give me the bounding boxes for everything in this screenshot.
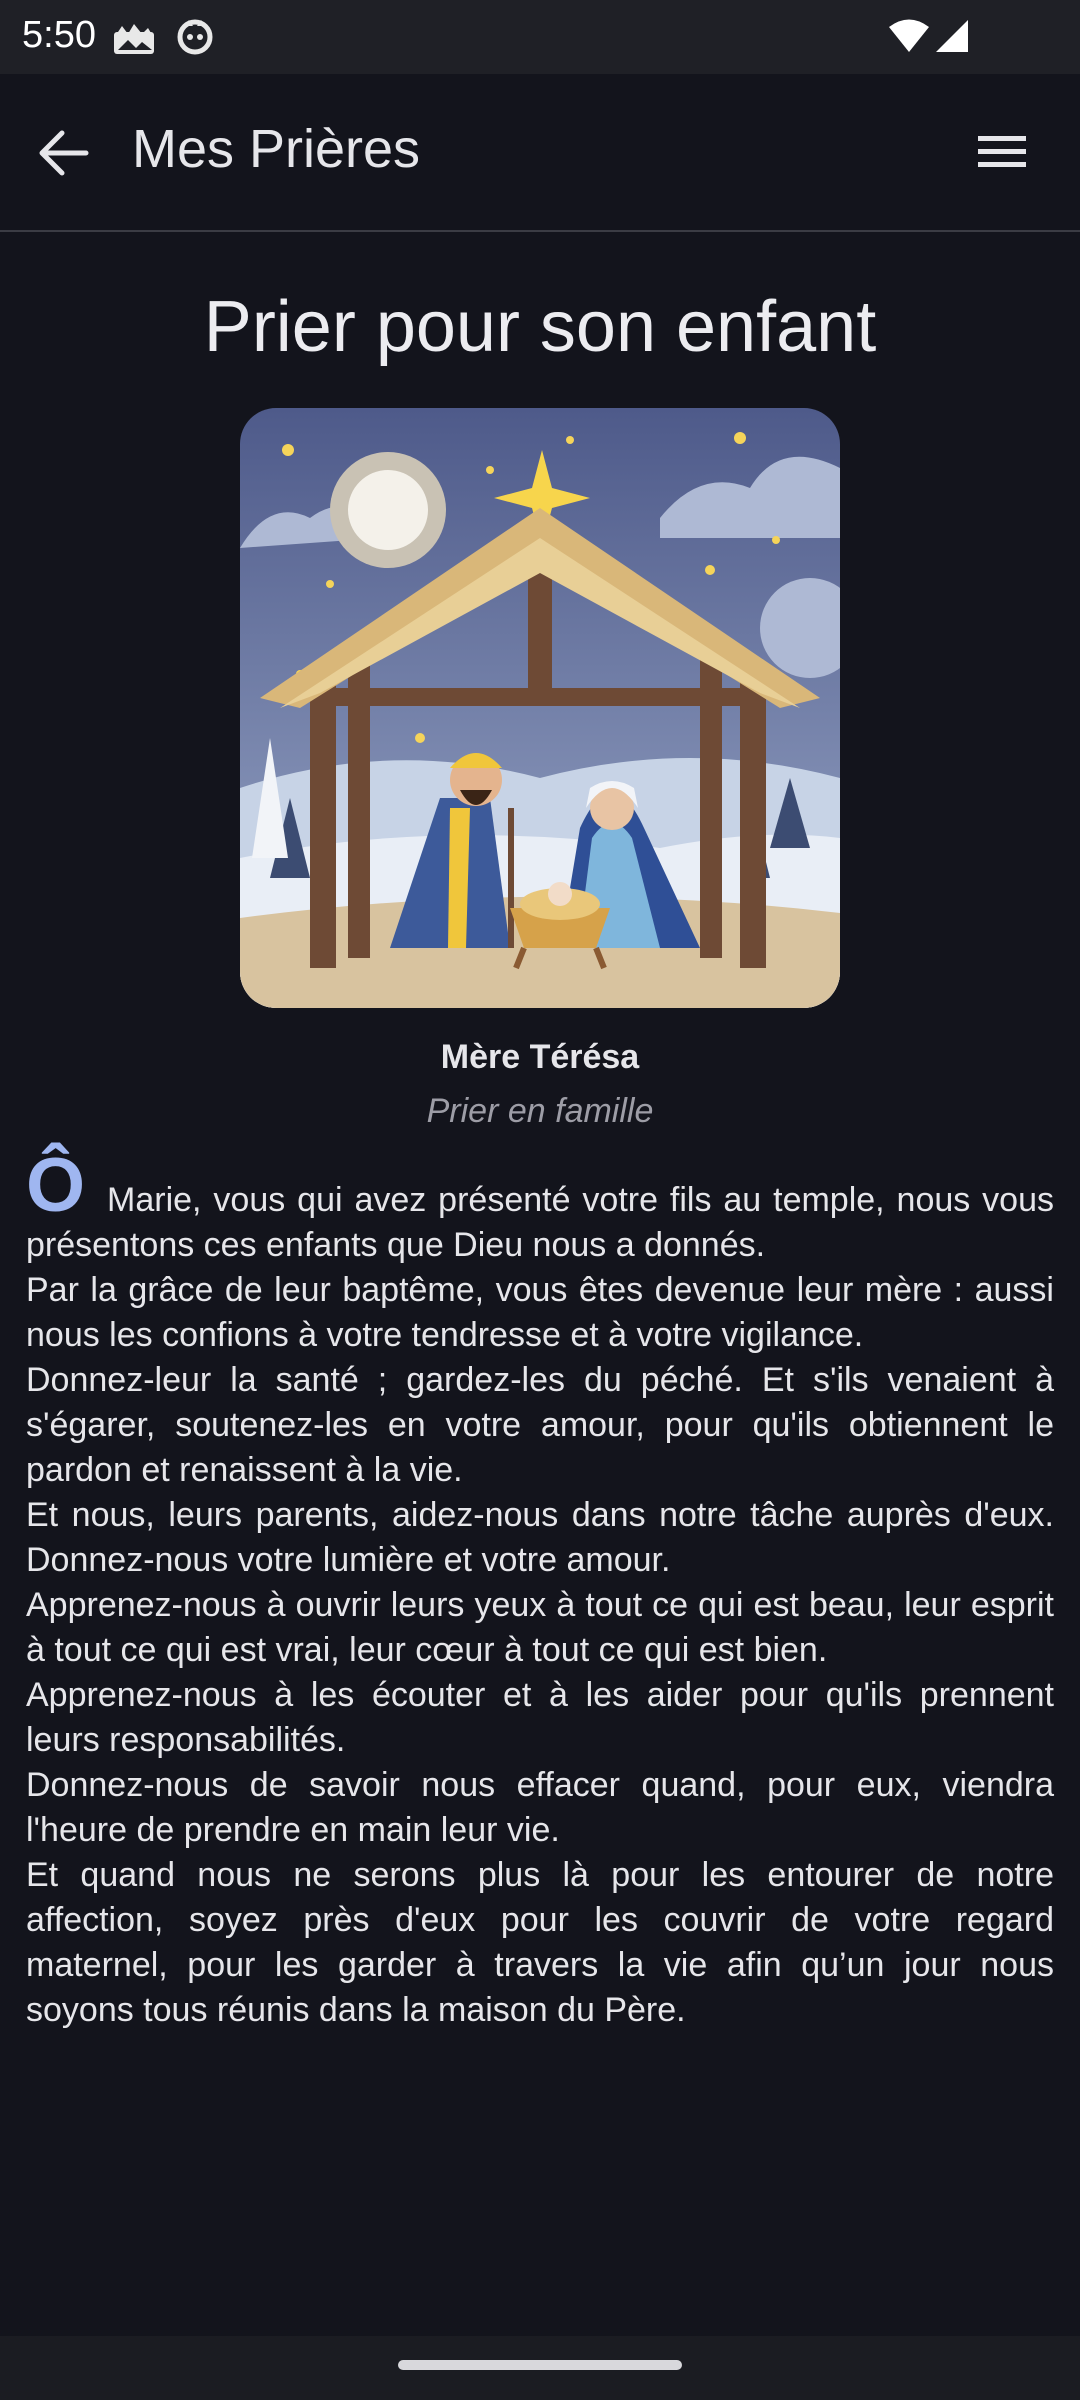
cell-signal-icon: [934, 18, 970, 59]
prayer-paragraph: Par la grâce de leur baptême, vous êtes …: [26, 1271, 1054, 1354]
prayer-author: Mère Térésa: [440, 1038, 640, 1076]
photo-notification-icon: [112, 18, 158, 61]
status-time: 5:50: [22, 14, 96, 56]
arrow-back-icon: [39, 130, 89, 176]
prayer-paragraph: Donnez-leur la santé ; gardez-les du péc…: [26, 1361, 1054, 1489]
prayer-paragraph: Donnez-nous de savoir nous effacer quand…: [26, 1766, 1054, 1849]
wifi-icon: [888, 18, 930, 59]
prayer-paragraph: Ô Marie, vous qui avez présenté votre fi…: [26, 1148, 1054, 1268]
app-bar: Mes Prières: [0, 74, 1080, 232]
prayer-paragraph: Et nous, leurs parents, aidez-nous dans …: [26, 1496, 1054, 1579]
menu-button[interactable]: [966, 122, 1038, 182]
system-navigation-bar: [0, 2336, 1080, 2400]
prayer-text: Ô Marie, vous qui avez présenté votre fi…: [26, 1148, 1054, 2033]
prayer-category: Prier en famille: [426, 1092, 654, 1130]
prayer-title: Prier pour son enfant: [203, 287, 877, 367]
back-button[interactable]: [30, 120, 102, 186]
nativity-illustration: [240, 408, 840, 1008]
prayer-paragraph: Apprenez-nous à ouvrir leurs yeux à tout…: [26, 1586, 1054, 1669]
prayer-paragraph: Apprenez-nous à les écouter et à les aid…: [26, 1676, 1054, 1759]
hamburger-menu-icon: [978, 136, 1026, 167]
prayer-paragraph: Et quand nous ne serons plus là pour les…: [26, 1856, 1054, 2029]
dropcap-letter: Ô: [26, 1143, 86, 1228]
status-bar: 5:50: [0, 0, 1080, 74]
home-gesture-handle[interactable]: [398, 2360, 682, 2370]
app-title: Mes Prières: [132, 119, 421, 179]
app-notification-icon: [176, 18, 214, 61]
prayer-paragraph-text: Marie, vous qui avez présenté votre fils…: [26, 1181, 1054, 1264]
